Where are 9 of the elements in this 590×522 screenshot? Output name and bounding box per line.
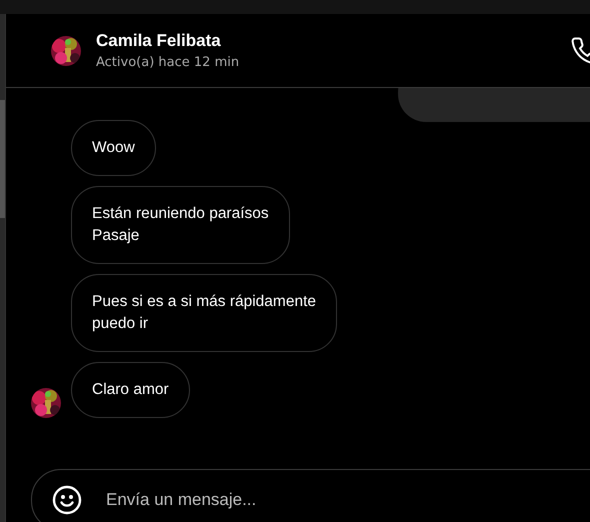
message-bubble: Woow: [71, 120, 156, 176]
message-input[interactable]: Envía un mensaje...: [104, 489, 590, 511]
contact-name: Camila Felibata: [96, 31, 222, 51]
contact-status: Activo(a) hace 12 min: [96, 55, 240, 70]
message-bubble: Están reuniendo paraísos Pasaje: [71, 186, 290, 264]
message-bubble: Pues si es a si más rápidamente puedo ir: [71, 274, 337, 352]
message-bubble: Claro amor: [71, 362, 190, 418]
emoji-icon[interactable]: [52, 485, 82, 515]
message-field[interactable]: Envía un mensaje...: [31, 469, 590, 522]
